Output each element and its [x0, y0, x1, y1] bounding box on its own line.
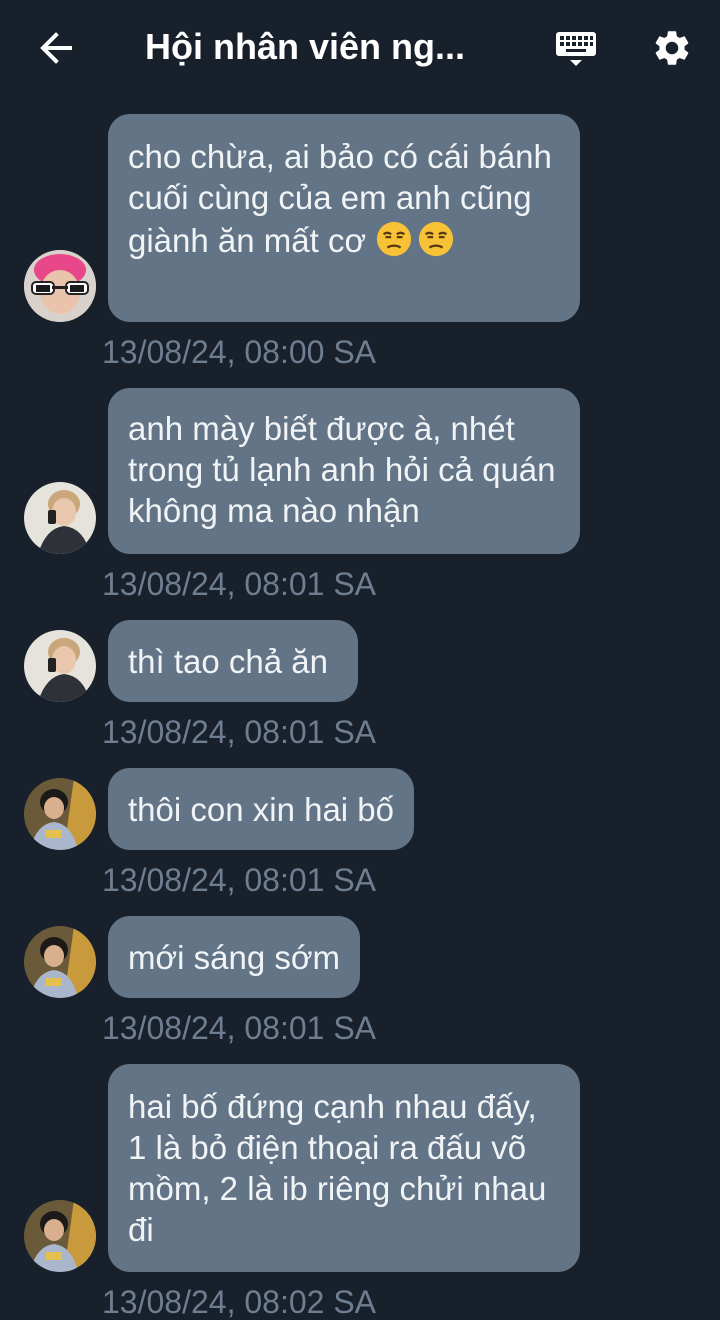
avatar-phone-selfie-icon	[24, 926, 96, 998]
settings-button[interactable]	[644, 20, 700, 76]
message-timestamp: 13/08/24, 08:01 SA	[102, 714, 376, 750]
keyboard-icon	[556, 32, 596, 66]
message-timestamp: 13/08/24, 08:00 SA	[102, 334, 376, 370]
avatar[interactable]	[24, 1200, 96, 1272]
avatar[interactable]	[24, 250, 96, 322]
avatar[interactable]	[24, 926, 96, 998]
message-bubble[interactable]: cho chừa, ai bảo có cái bánh cuối cùng c…	[108, 114, 580, 322]
message-timestamp: 13/08/24, 08:02 SA	[102, 1284, 376, 1320]
message-text: hai bố đứng cạnh nhau đấy, 1 là bỏ điện …	[128, 1088, 547, 1248]
emoji-group	[375, 220, 459, 261]
avatar-phone-selfie-icon	[24, 1200, 96, 1272]
keyboard-button[interactable]	[548, 22, 604, 74]
avatar-mirror-selfie-icon	[24, 482, 96, 554]
message-text: thôi con xin hai bố	[128, 791, 395, 828]
chat-title[interactable]: Hội nhân viên ng...	[145, 24, 515, 70]
message-bubble[interactable]: mới sáng sớm	[108, 916, 360, 998]
message-timestamp: 13/08/24, 08:01 SA	[102, 1010, 376, 1046]
avatar-pink-hair-icon	[24, 250, 96, 322]
message-bubble[interactable]: anh mày biết được à, nhét trong tủ lạnh …	[108, 388, 580, 554]
message-bubble[interactable]: thì tao chả ăn	[108, 620, 358, 702]
message-text: cho chừa, ai bảo có cái bánh cuối cùng c…	[128, 138, 552, 259]
arrow-left-icon	[40, 32, 72, 64]
message-list[interactable]: cho chừa, ai bảo có cái bánh cuối cùng c…	[0, 0, 720, 1320]
chat-header: Hội nhân viên ng...	[0, 0, 720, 96]
back-button[interactable]	[28, 20, 84, 76]
avatar[interactable]	[24, 630, 96, 702]
message-timestamp: 13/08/24, 08:01 SA	[102, 862, 376, 898]
gear-icon	[655, 31, 689, 65]
message-timestamp: 13/08/24, 08:01 SA	[102, 566, 376, 602]
message-text: anh mày biết được à, nhét trong tủ lạnh …	[128, 410, 556, 529]
avatar[interactable]	[24, 778, 96, 850]
message-text: mới sáng sớm	[128, 939, 340, 976]
message-bubble[interactable]: thôi con xin hai bố	[108, 768, 415, 850]
unamused-face-icon	[419, 221, 454, 257]
avatar[interactable]	[24, 482, 96, 554]
message-text: thì tao chả ăn	[128, 643, 328, 680]
message-bubble[interactable]: hai bố đứng cạnh nhau đấy, 1 là bỏ điện …	[108, 1064, 580, 1272]
unamused-face-icon	[377, 221, 412, 257]
avatar-phone-selfie-icon	[24, 778, 96, 850]
avatar-mirror-selfie-icon	[24, 630, 96, 702]
